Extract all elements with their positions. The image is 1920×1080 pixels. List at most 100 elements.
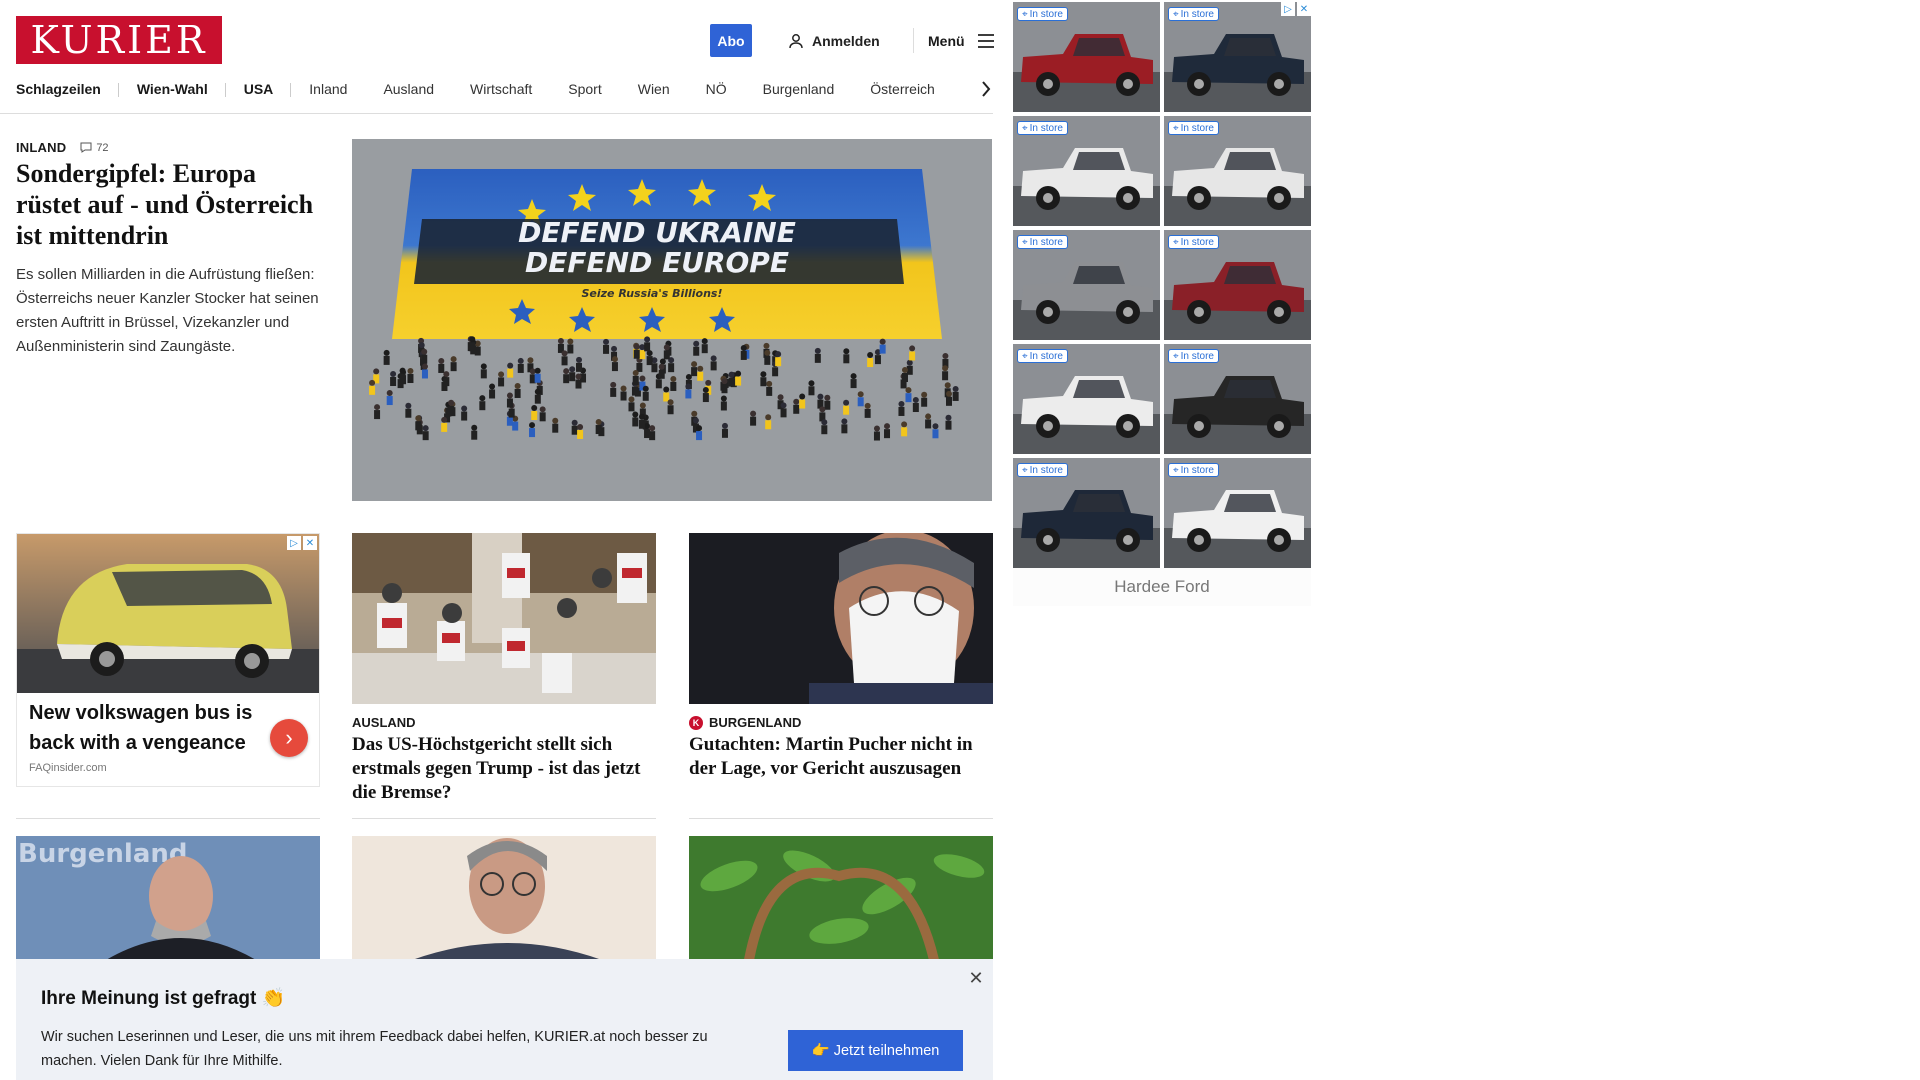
ad-choices[interactable]: ▷ ✕ xyxy=(1281,2,1311,16)
in-store-badge: ⌖ In store xyxy=(1168,349,1219,363)
banner-line2: DEFEND EUROPE xyxy=(525,246,789,279)
nav-item-nö[interactable]: NÖ xyxy=(688,81,745,97)
arrow-right-icon[interactable]: › xyxy=(270,719,308,757)
in-store-badge: ⌖ In store xyxy=(1168,121,1219,135)
location-pin-icon: ⌖ xyxy=(1173,236,1179,248)
location-pin-icon: ⌖ xyxy=(1022,350,1028,362)
ad-info-icon[interactable]: ▷ xyxy=(287,536,301,550)
truck-ad-tile[interactable]: ⌖ In store xyxy=(1013,2,1160,112)
comment-count-value: 72 xyxy=(96,141,109,154)
close-icon[interactable]: ✕ xyxy=(1297,2,1311,16)
location-pin-icon: ⌖ xyxy=(1022,236,1028,248)
in-store-label: In store xyxy=(1029,122,1063,134)
user-icon xyxy=(789,33,803,48)
in-store-badge: ⌖ In store xyxy=(1017,7,1068,21)
lead-kicker: INLAND 72 xyxy=(16,140,109,155)
nav-item-sport[interactable]: Sport xyxy=(550,81,619,97)
nav-item-wien-wahl[interactable]: Wien-Wahl xyxy=(119,81,226,97)
nav-item-usa[interactable]: USA xyxy=(226,81,292,97)
ad-info-icon[interactable]: ▷ xyxy=(1281,2,1295,16)
banner-line1: DEFEND UKRAINE xyxy=(518,216,796,249)
lead-category[interactable]: INLAND xyxy=(16,140,66,155)
nav-item-wien[interactable]: Wien xyxy=(620,81,688,97)
in-store-label: In store xyxy=(1180,350,1214,362)
ad-dealer-name[interactable]: Hardee Ford xyxy=(1013,568,1311,606)
abo-button[interactable]: Abo xyxy=(710,24,752,57)
ad-choices[interactable]: ▷ ✕ xyxy=(287,536,317,550)
location-pin-icon: ⌖ xyxy=(1173,122,1179,134)
comment-icon xyxy=(80,142,92,153)
teaser-image-us-court[interactable] xyxy=(352,533,656,704)
kurier-logo[interactable]: KURIER xyxy=(16,16,222,64)
login-button[interactable]: Anmelden xyxy=(788,24,880,57)
teaser-kicker-burgenland[interactable]: K BURGENLAND xyxy=(689,715,801,730)
truck-ad-tile[interactable]: ⌖ In store xyxy=(1013,458,1160,568)
ad-car-title[interactable]: New volkswagen bus is back with a vengea… xyxy=(29,698,259,758)
in-store-badge: ⌖ In store xyxy=(1017,463,1068,477)
divider xyxy=(689,818,993,819)
in-store-badge: ⌖ In store xyxy=(1017,121,1068,135)
lead-headline[interactable]: Sondergipfel: Europa rüstet auf - und Ös… xyxy=(16,158,316,251)
survey-participate-button[interactable]: 👉 Jetzt teilnehmen xyxy=(788,1030,963,1071)
ad-volkswagen[interactable]: ▷ ✕ New volkswagen bus is back with a ve… xyxy=(16,533,320,787)
nav-item-schlagzeilen[interactable]: Schlagzeilen xyxy=(16,81,119,97)
location-pin-icon: ⌖ xyxy=(1022,8,1028,20)
survey-title: Ihre Meinung ist gefragt 👏 xyxy=(41,988,286,1009)
nav-item-burgenland[interactable]: Burgenland xyxy=(745,81,853,97)
nav-item-österreich[interactable]: Österreich xyxy=(852,81,953,97)
chevron-right-icon[interactable] xyxy=(976,76,996,102)
truck-ad-tile[interactable]: ⌖ In store xyxy=(1013,344,1160,454)
divider xyxy=(352,818,656,819)
comment-count[interactable]: 72 xyxy=(80,141,109,154)
ad-car-source: FAQinsider.com xyxy=(29,762,107,774)
teaser-headline-pucher[interactable]: Gutachten: Martin Pucher nicht in der La… xyxy=(689,733,993,781)
survey-banner: Ihre Meinung ist gefragt 👏 Wir suchen Le… xyxy=(16,959,993,1080)
survey-text: Wir suchen Leserinnen und Leser, die uns… xyxy=(41,1029,708,1069)
banner-line3: Seize Russia's Billions! xyxy=(582,287,723,300)
category-nav: Schlagzeilen Wien-Wahl USA Inland Ausland Wir… xyxy=(16,76,996,102)
location-pin-icon: ⌖ xyxy=(1173,464,1179,476)
in-store-label: In store xyxy=(1029,350,1063,362)
teaser-image-person[interactable] xyxy=(352,836,656,960)
lead-teaser[interactable]: Es sollen Milliarden in die Aufrüstung f… xyxy=(16,263,326,359)
truck-ad-tile[interactable]: ⌖ In store xyxy=(1164,230,1311,340)
truck-ad-tile[interactable]: ⌖ In store xyxy=(1164,2,1311,112)
truck-ad-tile[interactable]: ⌖ In store xyxy=(1164,116,1311,226)
hamburger-icon xyxy=(977,33,994,48)
nav-item-inland[interactable]: Inland xyxy=(291,81,365,97)
in-store-badge: ⌖ In store xyxy=(1017,235,1068,249)
lead-image[interactable]: DEFEND UKRAINE DEFEND EUROPE Seize Russi… xyxy=(352,139,992,501)
teaser-image-tea[interactable] xyxy=(689,836,993,960)
nav-item-ausland[interactable]: Ausland xyxy=(365,81,452,97)
in-store-label: In store xyxy=(1029,236,1063,248)
nav-item-wirtschaft[interactable]: Wirtschaft xyxy=(452,81,550,97)
truck-ad-tile[interactable]: ⌖ In store xyxy=(1164,458,1311,568)
teaser-category: BURGENLAND xyxy=(709,715,802,730)
teaser-kicker-ausland[interactable]: AUSLAND xyxy=(352,715,416,730)
in-store-badge: ⌖ In store xyxy=(1168,235,1219,249)
ford-ad-grid[interactable]: ⌖ In store ⌖ In store ⌖ In store ⌖ In store ⌖ In … xyxy=(1013,2,1311,568)
in-store-badge: ⌖ In store xyxy=(1168,7,1219,21)
login-label: Anmelden xyxy=(812,32,880,49)
teaser-image-pucher[interactable] xyxy=(689,533,993,704)
in-store-label: In store xyxy=(1180,8,1214,20)
location-pin-icon: ⌖ xyxy=(1173,350,1179,362)
close-icon[interactable]: ✕ xyxy=(966,968,986,988)
teaser-image-doskozil[interactable]: Burgenland xyxy=(16,836,320,960)
in-store-label: In store xyxy=(1180,122,1214,134)
in-store-label: In store xyxy=(1029,8,1063,20)
teaser-headline-us-court[interactable]: Das US-Höchstgericht stellt sich erstmal… xyxy=(352,733,652,805)
menu-button[interactable]: Menü xyxy=(928,24,995,57)
truck-ad-tile[interactable]: ⌖ In store xyxy=(1013,230,1160,340)
location-pin-icon: ⌖ xyxy=(1022,464,1028,476)
location-pin-icon: ⌖ xyxy=(1022,122,1028,134)
in-store-label: In store xyxy=(1029,464,1063,476)
ad-car-image[interactable]: ▷ ✕ xyxy=(17,534,319,693)
kurier-badge-icon: K xyxy=(689,715,703,730)
close-icon[interactable]: ✕ xyxy=(303,536,317,550)
in-store-badge: ⌖ In store xyxy=(1017,349,1068,363)
truck-ad-tile[interactable]: ⌖ In store xyxy=(1164,344,1311,454)
truck-ad-tile[interactable]: ⌖ In store xyxy=(1013,116,1160,226)
divider xyxy=(16,818,320,819)
location-pin-icon: ⌖ xyxy=(1173,8,1179,20)
